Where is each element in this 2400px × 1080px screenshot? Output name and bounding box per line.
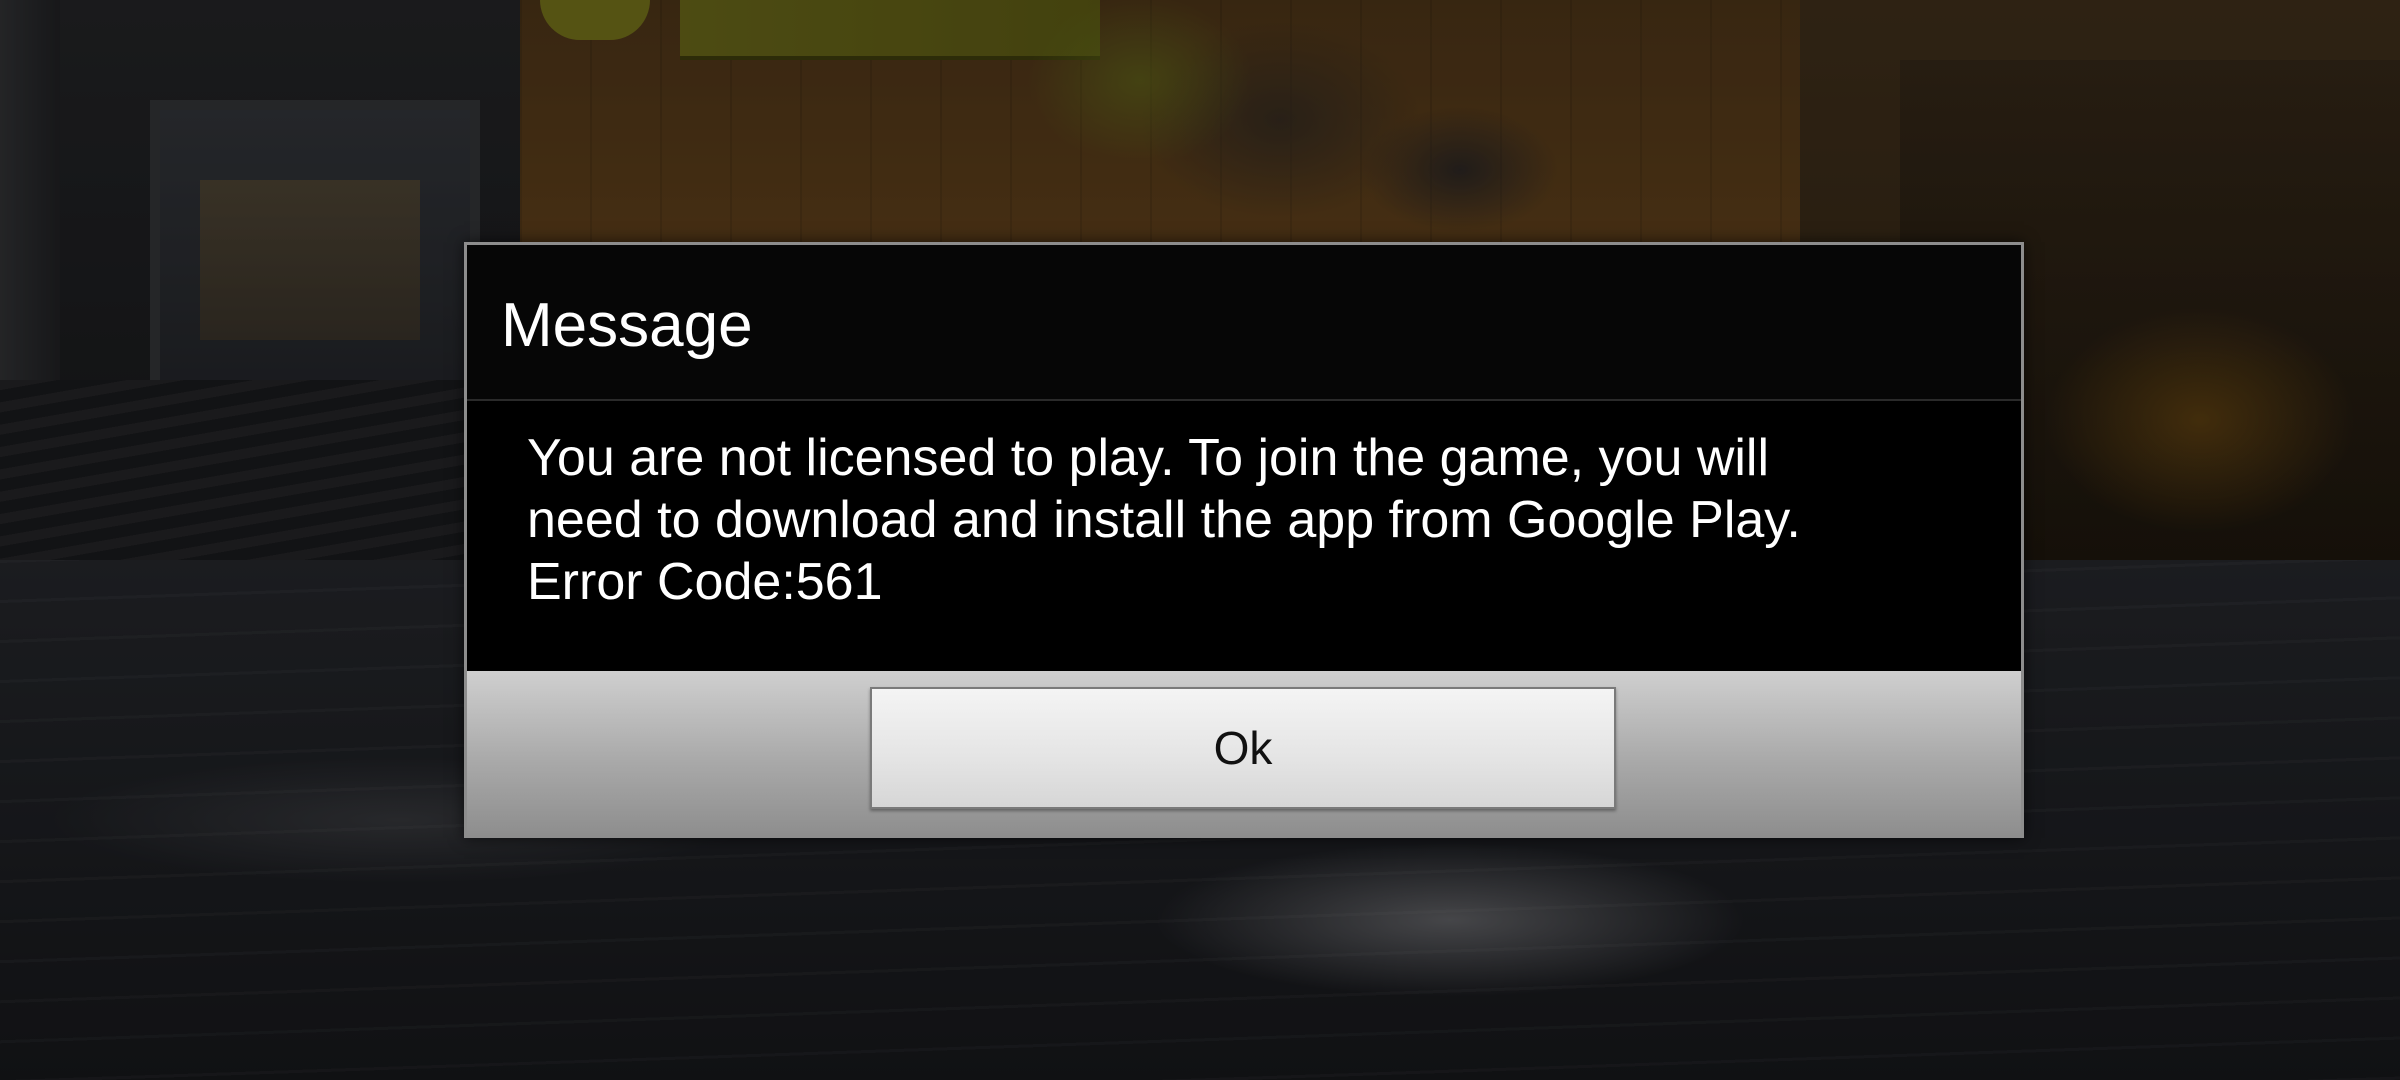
- license-error-dialog: Message You are not licensed to play. To…: [464, 242, 2024, 838]
- ok-button[interactable]: Ok: [870, 687, 1616, 809]
- dialog-body: You are not licensed to play. To join th…: [467, 401, 2021, 671]
- game-screen: Message You are not licensed to play. To…: [0, 0, 2400, 1080]
- ok-button-label: Ok: [1213, 722, 1273, 774]
- dialog-header: Message: [467, 245, 2021, 401]
- dialog-footer: Ok: [467, 671, 2021, 835]
- dialog-title: Message: [501, 291, 753, 360]
- dialog-message: You are not licensed to play. To join th…: [527, 429, 1801, 611]
